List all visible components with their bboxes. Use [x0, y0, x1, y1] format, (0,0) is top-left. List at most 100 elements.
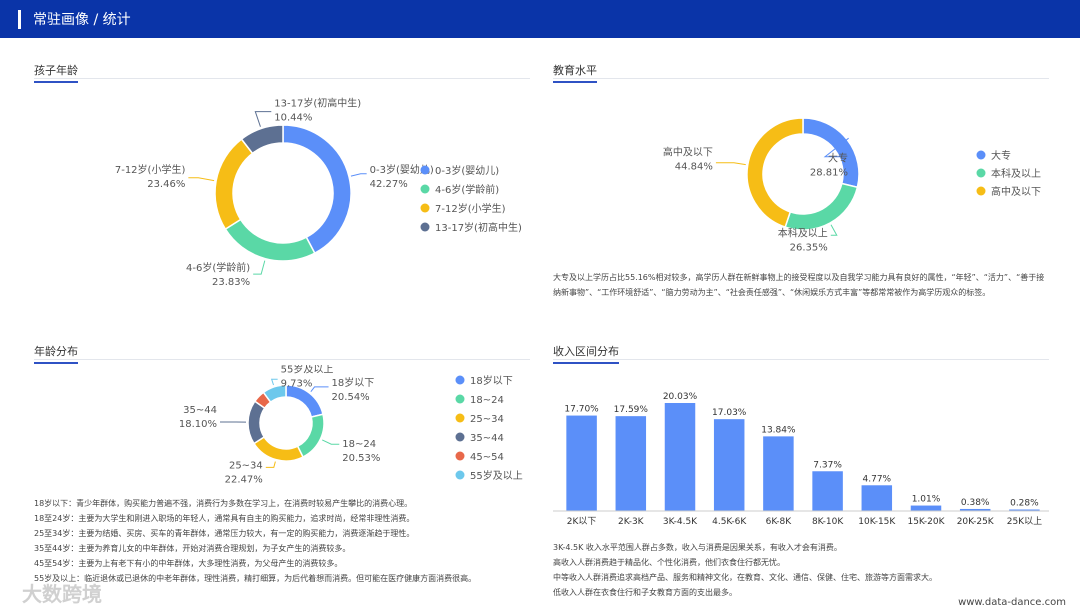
legend-label: 4-6岁(学龄前) [435, 183, 499, 196]
legend-label: 高中及以下 [991, 185, 1041, 198]
income-bar [763, 436, 794, 511]
slice-category-label: 高中及以下 [663, 146, 713, 159]
legend-marker [455, 413, 465, 423]
bar-category-label: 15K-20K [907, 517, 945, 527]
legend-marker [420, 184, 430, 194]
bar-value-label: 17.03% [712, 408, 747, 418]
slice-value-label: 10.44% [274, 113, 312, 124]
age-note: 18岁以下：青少年群体，购买能力普遍不强，消费行为多数在学习上，在消费时较易产生… [34, 499, 413, 508]
leader-line [715, 162, 746, 166]
donut-slice [285, 384, 324, 418]
legend-marker [420, 203, 430, 213]
donut-slice [224, 218, 316, 262]
income-bar-chart: 17.70% 2K以下 17.59% 2K-3K 20.03% 3K-4.5K 17.03%… [553, 392, 1049, 527]
leader-line [830, 224, 838, 236]
slice-value-label: 23.46% [147, 179, 185, 190]
divider [553, 359, 1049, 360]
panel-age-distribution: 年龄分布 18岁以下 20.54% 18~24 20.53% 25~34 22.47% 35… [34, 343, 530, 603]
slice-value-label: 44.84% [675, 162, 713, 173]
legend-label: 7-12岁(小学生) [435, 202, 506, 215]
age-note: 55岁及以上：临近退休或已退休的中老年群体，理性消费，精打细算，为后代着想而消费… [34, 574, 477, 583]
legend-label: 55岁及以上 [470, 469, 523, 482]
panel-education: 教育水平 大专 28.81% 本科及以上 26.35% 高中及以下 44.84% 大专 本科及… [553, 62, 1049, 322]
income-bar [615, 416, 647, 511]
bar-category-label: 25K以上 [1007, 516, 1042, 527]
legend-marker [455, 451, 465, 461]
bar-category-label: 3K-4.5K [663, 517, 698, 527]
income-note: 3K-4.5K 收入水平范围人群占多数，收入与消费是因果关系，有收入才会有消费。 [553, 543, 842, 552]
slice-value-label: 42.27% [370, 179, 408, 190]
slice-value-label: 20.54% [332, 392, 370, 403]
bar-value-label: 4.77% [863, 474, 892, 484]
legend-marker [455, 375, 465, 385]
legend-label: 18岁以下 [470, 374, 513, 387]
income-note: 中等收入人群消费追求高档产品、服务和精神文化，在教育、文化、通信、保健、住宅、旅… [553, 573, 937, 582]
slice-category-label: 35~44 [183, 405, 217, 416]
legend-label: 13-17岁(初高中生) [435, 221, 522, 234]
bar-category-label: 8K-10K [812, 517, 844, 527]
slice-category-label: 7-12岁(小学生) [115, 163, 186, 176]
income-bar [566, 415, 597, 511]
legend-label: 35~44 [470, 433, 504, 444]
leader-line [270, 378, 278, 386]
bar-category-label: 2K-3K [618, 517, 645, 527]
bar-category-label: 6K-8K [766, 517, 793, 527]
watermark-url: www.data-dance.com [958, 597, 1066, 608]
legend-marker [420, 165, 430, 175]
legend-label: 本科及以上 [991, 167, 1041, 180]
legend-label: 18~24 [470, 395, 504, 406]
bar-value-label: 17.59% [614, 405, 649, 415]
slice-value-label: 26.35% [790, 242, 828, 253]
legend-marker [976, 150, 986, 160]
income-bar [713, 419, 745, 511]
income-bar [910, 505, 942, 511]
income-bar [664, 403, 696, 511]
page-title: 常驻画像 / 统计 [33, 12, 131, 28]
slice-category-label: 55岁及以上 [281, 365, 334, 375]
watermark-logo: 大数跨境 [22, 582, 102, 606]
leader-line [310, 386, 329, 392]
income-notes: 3K-4.5K 收入水平范围人群占多数，收入与消费是因果关系，有收入才会有消费。… [553, 540, 1049, 600]
age-distribution-donut-chart: 18岁以下 20.54% 18~24 20.53% 25~34 22.47% 35~44 18… [179, 365, 523, 485]
legend-marker [455, 394, 465, 404]
slice-value-label: 9.73% [281, 378, 313, 389]
bar-category-label: 2K以下 [567, 517, 597, 527]
bar-category-label: 20K-25K [957, 517, 995, 527]
bar-value-label: 13.84% [761, 425, 796, 435]
bar-value-label: 0.28% [1010, 498, 1039, 508]
income-note: 高收入人群消费趋于精品化、个性化消费，他们衣食住行都无忧。 [553, 558, 785, 567]
age-distribution-notes: 18岁以下：青少年群体，购买能力普遍不强，消费行为多数在学习上，在消费时较易产生… [34, 496, 530, 586]
slice-category-label: 13-17岁(初高中生) [274, 97, 361, 110]
legend-label: 45~54 [470, 452, 504, 463]
panel-child-age: 孩子年龄 0-3岁(婴幼儿) 42.27% 4-6岁(学龄前) 23.83% 7-12岁… [34, 62, 530, 292]
education-donut-chart: 大专28.81%本科及以上26.35%高中及以下44.84%大专本科及以上高中及… [663, 117, 1041, 253]
legend-marker [976, 168, 986, 178]
slice-value-label: 23.83% [212, 277, 250, 288]
bar-category-label: 10K-15K [858, 517, 896, 527]
legend-marker [455, 470, 465, 480]
legend-label: 大专 [991, 149, 1011, 162]
age-note: 35至44岁：主要为养育儿女的中年群体，开始对消费合理规划，为子女产生的消费较多… [34, 544, 351, 553]
child-age-donut-chart: 0-3岁(婴幼儿) 42.27% 4-6岁(学龄前) 23.83% 7-12岁(小学生)… [115, 97, 522, 289]
slice-category-label: 18~24 [342, 439, 376, 450]
age-note: 25至34岁：主要为结婚、买房、买车的青年群体，通常压力较大，有一定的购买能力，… [34, 529, 415, 538]
leader-line [254, 111, 272, 127]
divider [34, 359, 530, 360]
leader-line [253, 260, 266, 275]
divider [553, 78, 1049, 79]
slice-category-label: 25~34 [229, 460, 263, 471]
education-note: 大专及以上学历占比55.16%相对较多，高学历人群在新鲜事物上的接受程度以及自我… [553, 270, 1047, 300]
panel-title-education: 教育水平 [553, 62, 597, 83]
leader-line [265, 461, 276, 468]
legend-marker [976, 186, 986, 196]
divider [34, 78, 530, 79]
panel-title-child-age: 孩子年龄 [34, 62, 78, 83]
donut-slice [247, 400, 266, 445]
legend-label: 25~34 [470, 414, 504, 425]
leader-line [322, 439, 340, 445]
header-accent-bar [18, 10, 21, 29]
age-note: 18至24岁：主要为大学生和刚进入职场的年轻人，通常具有自主的购买能力，追求时尚… [34, 514, 415, 523]
income-bar [812, 471, 843, 511]
age-note: 45至54岁：主要为上有老下有小的中年群体，大多理性消费，为父母产生的消费较多。 [34, 559, 343, 568]
panel-income: 收入区间分布 17.70% 2K以下 17.59% 2K-3K 20.03% 3K-4.5… [553, 343, 1049, 603]
